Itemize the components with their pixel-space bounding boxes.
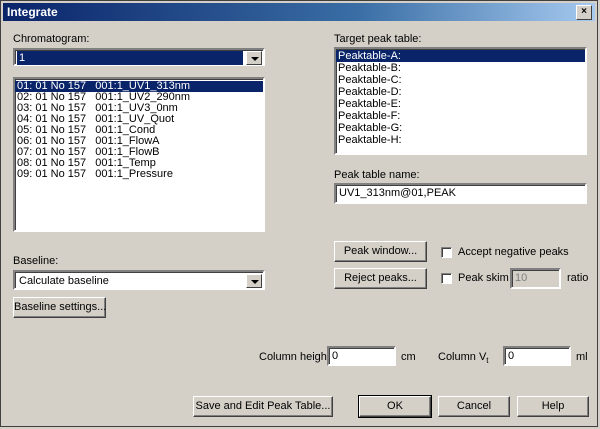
cancel-label: Cancel xyxy=(456,400,492,412)
curve-list[interactable]: 01: 01 No 157 001:1_UV1_313nm 02: 01 No 1… xyxy=(13,77,265,232)
peak-table-list-item[interactable]: Peaktable-G: xyxy=(336,122,585,134)
column-height-label: Column height: xyxy=(259,351,333,363)
peak-table-list-item[interactable]: Peaktable-A: xyxy=(336,50,585,62)
chromatogram-label: Chromatogram: xyxy=(13,33,90,45)
target-peak-table-list[interactable]: Peaktable-A: Peaktable-B: Peaktable-C: Peak… xyxy=(334,47,587,155)
reject-peaks-button[interactable]: Reject peaks... xyxy=(334,268,427,289)
accept-negative-peaks-label: Accept negative peaks xyxy=(458,246,569,258)
window-title: Integrate xyxy=(7,5,58,19)
integrate-dialog: Integrate × Chromatogram: 1 01: 01 No 15… xyxy=(0,0,598,427)
column-volume-unit: ml xyxy=(576,351,588,363)
reject-peaks-label: Reject peaks... xyxy=(344,272,417,284)
peak-skim-checkbox[interactable] xyxy=(441,273,452,284)
title-bar[interactable]: Integrate × xyxy=(3,3,595,21)
ratio-label: ratio xyxy=(567,272,589,284)
save-edit-peak-table-button[interactable]: Save and Edit Peak Table... xyxy=(193,396,333,417)
column-volume-label: Column Vt xyxy=(438,351,489,366)
peak-table-name-label: Peak table name: xyxy=(334,169,420,181)
peak-table-list-item[interactable]: Peaktable-E: xyxy=(336,98,585,110)
ok-button[interactable]: OK xyxy=(358,395,432,418)
baseline-settings-label: Baseline settings... xyxy=(14,301,107,313)
baseline-selected-value: Calculate baseline xyxy=(19,275,109,287)
peak-window-label: Peak window... xyxy=(343,245,418,257)
accept-negative-peaks-checkbox[interactable] xyxy=(441,247,452,258)
chevron-down-icon[interactable] xyxy=(246,274,262,288)
peak-window-button[interactable]: Peak window... xyxy=(334,241,427,262)
chromatogram-select[interactable]: 1 xyxy=(13,48,265,66)
save-edit-peak-table-label: Save and Edit Peak Table... xyxy=(195,400,331,412)
peak-table-list-item[interactable]: Peaktable-F: xyxy=(336,110,585,122)
baseline-label: Baseline: xyxy=(13,255,59,267)
peak-skim-label: Peak skim xyxy=(458,272,509,284)
help-label: Help xyxy=(541,400,565,412)
peak-skim-ratio-input[interactable]: 10 xyxy=(510,268,561,289)
peak-table-name-value: UV1_313nm@01,PEAK xyxy=(339,187,456,199)
cancel-button[interactable]: Cancel xyxy=(438,396,510,417)
peak-table-list-item[interactable]: Peaktable-C: xyxy=(336,74,585,86)
column-height-input[interactable]: 0 xyxy=(327,346,396,366)
close-button[interactable]: × xyxy=(576,5,592,20)
peak-skim-ratio-value: 10 xyxy=(515,272,528,284)
target-peak-table-label: Target peak table: xyxy=(334,33,422,45)
peak-table-list-item[interactable]: Peaktable-B: xyxy=(336,62,585,74)
chevron-down-icon[interactable] xyxy=(246,51,262,65)
column-height-unit: cm xyxy=(401,351,416,363)
chromatogram-selected-value: 1 xyxy=(17,51,243,65)
close-icon: × xyxy=(581,6,587,17)
baseline-settings-button[interactable]: Baseline settings... xyxy=(13,297,106,318)
peak-table-name-input[interactable]: UV1_313nm@01,PEAK xyxy=(334,183,587,204)
peak-table-list-item[interactable]: Peaktable-D: xyxy=(336,86,585,98)
help-button[interactable]: Help xyxy=(517,396,589,417)
column-volume-input[interactable]: 0 xyxy=(503,346,571,366)
peak-table-list-item[interactable]: Peaktable-H: xyxy=(336,134,585,146)
curve-list-item[interactable]: 09: 01 No 157 001:1_Pressure xyxy=(15,169,263,180)
column-volume-value: 0 xyxy=(508,350,515,362)
ok-label: OK xyxy=(387,400,403,412)
column-height-value: 0 xyxy=(332,350,339,362)
baseline-select[interactable]: Calculate baseline xyxy=(13,270,265,290)
